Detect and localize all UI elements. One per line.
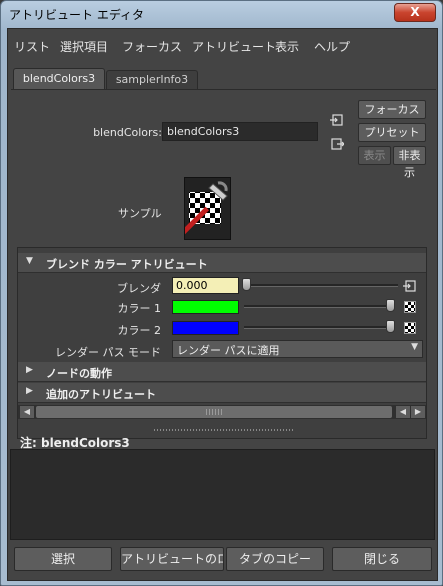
input-connection-icon[interactable] xyxy=(330,113,344,127)
scroll-left-end-icon[interactable]: ◀ xyxy=(396,406,410,418)
chevron-down-icon: ▼ xyxy=(411,342,418,352)
attribute-editor-client: リスト 選択項目 フォーカス アトリビュート 表示 ヘルプ blendColor… xyxy=(7,28,438,581)
window-frame: アトリビュート エディタ X リスト 選択項目 フォーカス アトリビュート 表示… xyxy=(0,0,443,586)
color1-slider-thumb[interactable] xyxy=(386,299,395,312)
menu-show[interactable]: 表示 xyxy=(275,38,299,55)
blendcolors-node-icon xyxy=(177,181,228,239)
hide-button[interactable]: 非表示 xyxy=(393,146,426,179)
tab-samplerinfo3[interactable]: samplerInfo3 xyxy=(106,70,198,90)
color2-slider-track[interactable] xyxy=(244,326,390,329)
blender-map-icon[interactable] xyxy=(403,279,417,293)
blender-slider-thumb[interactable] xyxy=(242,278,251,291)
color1-swatch[interactable] xyxy=(172,300,239,314)
render-pass-mode-dropdown[interactable]: レンダー パスに適用 ▼ xyxy=(172,340,423,358)
output-connection-icon[interactable] xyxy=(330,137,344,151)
load-attributes-button[interactable]: アトリビュートのロード xyxy=(120,547,224,571)
menu-focus[interactable]: フォーカス xyxy=(122,38,182,55)
sample-label: サンプル xyxy=(118,207,162,220)
window-close-button[interactable]: X xyxy=(394,3,436,22)
render-pass-mode-value: レンダー パスに適用 xyxy=(177,344,280,357)
select-button[interactable]: 選択 xyxy=(14,547,112,571)
section-blend-color-attributes[interactable]: ▼ ブレンド カラー アトリビュート xyxy=(18,253,426,273)
color1-label: カラー 1 xyxy=(117,302,162,315)
menu-bar: リスト 選択項目 フォーカス アトリビュート 表示 ヘルプ xyxy=(8,29,437,59)
color1-slider-track[interactable] xyxy=(244,305,390,308)
preset-button[interactable]: プリセット xyxy=(358,123,426,142)
blender-label: ブレンダ xyxy=(117,282,161,295)
menu-attributes[interactable]: アトリビュート xyxy=(192,38,276,55)
color2-swatch[interactable] xyxy=(172,321,239,335)
window-title: アトリビュート エディタ xyxy=(9,8,144,22)
section-collapsed-icon: ▶ xyxy=(26,386,33,396)
scroll-right-icon[interactable]: ▶ xyxy=(411,406,425,418)
copy-tab-button[interactable]: タブのコピー xyxy=(226,547,324,571)
close-button[interactable]: 閉じる xyxy=(332,547,432,571)
pane-splitter[interactable] xyxy=(154,429,294,431)
notes-textarea[interactable] xyxy=(10,449,435,540)
section-collapsed-icon: ▶ xyxy=(26,365,33,375)
tab-divider xyxy=(11,89,436,90)
render-pass-mode-label: レンダー パス モード xyxy=(55,346,161,359)
color2-slider-thumb[interactable] xyxy=(386,320,395,333)
color2-texture-icon[interactable] xyxy=(404,322,416,334)
scroll-left-icon[interactable]: ◀ xyxy=(20,406,34,418)
show-button[interactable]: 表示 xyxy=(358,146,391,165)
section-node-behavior[interactable]: ▶ ノードの動作 xyxy=(18,362,426,382)
menu-help[interactable]: ヘルプ xyxy=(314,38,350,55)
section-extra-attributes[interactable]: ▶ 追加のアトリビュート xyxy=(18,383,426,403)
menu-selected[interactable]: 選択項目 xyxy=(60,38,108,55)
blender-input[interactable]: 0.000 xyxy=(172,277,239,294)
color2-label: カラー 2 xyxy=(117,324,162,337)
focus-button[interactable]: フォーカス xyxy=(358,100,426,119)
menu-list[interactable]: リスト xyxy=(14,38,50,55)
node-type-label: blendColors: xyxy=(93,126,162,139)
scrollbar-thumb[interactable] xyxy=(36,406,392,418)
blender-slider-track[interactable] xyxy=(244,284,398,287)
tab-blendcolors3[interactable]: blendColors3 xyxy=(13,68,105,90)
node-name-field[interactable]: blendColors3 xyxy=(162,122,318,141)
sample-swatch xyxy=(177,177,231,240)
section-expanded-icon: ▼ xyxy=(26,256,33,266)
color1-texture-icon[interactable] xyxy=(404,301,416,313)
horizontal-scrollbar[interactable]: ◀ ◀ ▶ xyxy=(18,405,426,419)
grip-icon xyxy=(206,409,224,415)
